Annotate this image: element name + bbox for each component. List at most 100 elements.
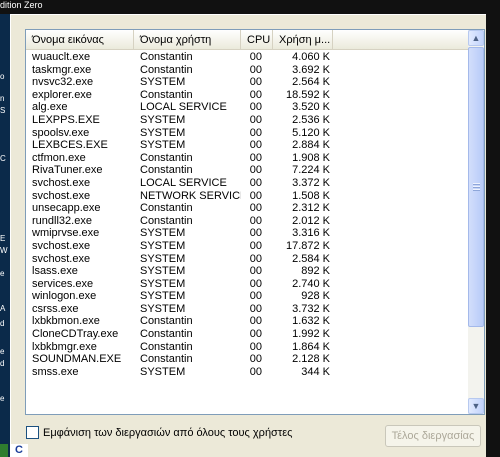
table-row[interactable]: lsass.exe SYSTEM 00 892 K <box>26 265 470 278</box>
process-image-name: svchost.exe <box>32 176 91 189</box>
process-user-name: SYSTEM <box>140 76 186 89</box>
process-cpu: 00 <box>249 328 262 341</box>
process-image-name: svchost.exe <box>32 239 91 252</box>
process-user-name: Constantin <box>140 214 193 227</box>
process-image-name: wmiprvse.exe <box>32 227 100 240</box>
scroll-thumb[interactable] <box>468 47 484 327</box>
table-row[interactable]: nvsvc32.exe SYSTEM 00 2.564 K <box>26 76 470 89</box>
table-row[interactable]: taskmgr.exe Constantin 00 3.692 K <box>26 64 470 77</box>
show-all-users-checkbox[interactable] <box>26 426 39 439</box>
process-user-name: SYSTEM <box>140 290 186 303</box>
table-row[interactable]: CloneCDTray.exe Constantin 00 1.992 K <box>26 328 470 341</box>
desktop-right-strip <box>486 0 500 457</box>
process-memory: 3.692 K <box>292 63 330 76</box>
process-image-name: csrss.exe <box>32 302 79 315</box>
process-memory: 1.992 K <box>292 328 330 341</box>
process-user-name: LOCAL SERVICE <box>140 101 227 114</box>
table-row[interactable]: lxbkbmgr.exe Constantin 00 1.864 K <box>26 341 470 354</box>
process-user-name: SYSTEM <box>140 302 186 315</box>
table-row[interactable]: svchost.exe SYSTEM 00 17.872 K <box>26 240 470 253</box>
table-row[interactable]: lxbkbmon.exe Constantin 00 1.632 K <box>26 315 470 328</box>
process-memory: 2.536 K <box>292 113 330 126</box>
process-list[interactable]: Όνομα εικόνας Όνομα χρήστη CPU Χρήση μ..… <box>25 29 485 415</box>
process-cpu: 00 <box>249 164 262 177</box>
process-image-name: RivaTuner.exe <box>32 164 103 177</box>
process-user-name: Constantin <box>140 315 193 328</box>
process-memory: 4.060 K <box>292 51 330 63</box>
process-cpu: 00 <box>249 202 262 215</box>
desktop-glyph: e <box>0 394 5 403</box>
table-row[interactable]: unsecapp.exe Constantin 00 2.312 K <box>26 202 470 215</box>
table-row[interactable]: smss.exe SYSTEM 00 344 K <box>26 366 470 379</box>
process-user-name: SYSTEM <box>140 113 186 126</box>
table-row[interactable]: wuauclt.exe Constantin 00 4.060 K <box>26 51 470 64</box>
column-header-memory[interactable]: Χρήση μ... <box>273 30 333 50</box>
process-cpu: 00 <box>249 176 262 189</box>
tray-app-icon[interactable]: C <box>10 444 28 457</box>
process-memory: 2.884 K <box>292 139 330 152</box>
table-row[interactable]: services.exe SYSTEM 00 2.740 K <box>26 278 470 291</box>
process-user-name: Constantin <box>140 63 193 76</box>
vertical-scrollbar[interactable]: ▲ ▼ <box>468 30 484 414</box>
table-row[interactable]: alg.exe LOCAL SERVICE 00 3.520 K <box>26 101 470 114</box>
process-memory: 17.872 K <box>285 239 330 252</box>
process-image-name: taskmgr.exe <box>32 63 92 76</box>
column-header-cpu[interactable]: CPU <box>241 30 273 50</box>
tray-icon[interactable] <box>0 444 8 457</box>
table-row[interactable]: spoolsv.exe SYSTEM 00 5.120 K <box>26 127 470 140</box>
process-memory: 2.740 K <box>292 277 330 290</box>
process-user-name: Constantin <box>140 51 193 63</box>
table-row[interactable]: svchost.exe NETWORK SERVICE 00 1.508 K <box>26 190 470 203</box>
process-memory: 2.564 K <box>292 76 330 89</box>
process-user-name: SYSTEM <box>140 239 186 252</box>
processes-panel: Όνομα εικόνας Όνομα χρήστη CPU Χρήση μ..… <box>10 14 486 457</box>
table-row[interactable]: svchost.exe LOCAL SERVICE 00 3.372 K <box>26 177 470 190</box>
table-row[interactable]: LEXBCES.EXE SYSTEM 00 2.884 K <box>26 139 470 152</box>
process-image-name: rundll32.exe <box>32 214 92 227</box>
process-user-name: LOCAL SERVICE <box>140 176 227 189</box>
process-memory: 2.012 K <box>292 214 330 227</box>
table-row[interactable]: csrss.exe SYSTEM 00 3.732 K <box>26 303 470 316</box>
grip-icon <box>473 183 480 192</box>
table-row[interactable]: ctfmon.exe Constantin 00 1.908 K <box>26 152 470 165</box>
process-cpu: 00 <box>249 88 262 101</box>
chevron-down-icon: ▼ <box>471 401 481 411</box>
scroll-up-button[interactable]: ▲ <box>468 30 484 46</box>
desktop-glyph: e <box>0 269 5 278</box>
process-image-name: wuauclt.exe <box>32 51 91 63</box>
process-cpu: 00 <box>249 252 262 265</box>
process-user-name: SYSTEM <box>140 252 186 265</box>
table-row[interactable]: winlogon.exe SYSTEM 00 928 K <box>26 290 470 303</box>
process-image-name: svchost.exe <box>32 252 91 265</box>
column-header-image-name[interactable]: Όνομα εικόνας <box>26 30 134 50</box>
process-user-name: Constantin <box>140 202 193 215</box>
table-row[interactable]: svchost.exe SYSTEM 00 2.584 K <box>26 253 470 266</box>
desktop-glyph: E <box>0 234 6 243</box>
process-image-name: alg.exe <box>32 101 68 114</box>
process-memory: 3.520 K <box>292 101 330 114</box>
process-cpu: 00 <box>249 214 262 227</box>
column-header-user-name[interactable]: Όνομα χρήστη <box>134 30 241 50</box>
show-all-users-option[interactable]: Εμφάνιση των διεργασιών από όλους τους χ… <box>26 426 292 439</box>
table-row[interactable]: wmiprvse.exe SYSTEM 00 3.316 K <box>26 227 470 240</box>
process-image-name: LEXBCES.EXE <box>32 139 108 152</box>
process-cpu: 00 <box>249 239 262 252</box>
process-image-name: smss.exe <box>32 365 79 378</box>
desktop-glyph: W <box>0 246 8 255</box>
process-image-name: svchost.exe <box>32 189 91 202</box>
table-row[interactable]: rundll32.exe Constantin 00 2.012 K <box>26 215 470 228</box>
process-user-name: NETWORK SERVICE <box>140 189 241 202</box>
process-user-name: Constantin <box>140 353 193 366</box>
process-memory: 2.584 K <box>292 252 330 265</box>
process-memory: 928 K <box>301 290 330 303</box>
table-row[interactable]: LEXPPS.EXE SYSTEM 00 2.536 K <box>26 114 470 127</box>
process-image-name: lxbkbmgr.exe <box>32 340 97 353</box>
process-memory: 3.732 K <box>292 302 330 315</box>
scroll-down-button[interactable]: ▼ <box>468 398 484 414</box>
table-row[interactable]: SOUNDMAN.EXE Constantin 00 2.128 K <box>26 353 470 366</box>
process-cpu: 00 <box>249 189 262 202</box>
table-row[interactable]: explorer.exe Constantin 00 18.592 K <box>26 89 470 102</box>
table-row[interactable]: RivaTuner.exe Constantin 00 7.224 K <box>26 164 470 177</box>
process-cpu: 00 <box>249 51 262 63</box>
end-process-button[interactable]: Τέλος διεργασίας <box>385 425 481 447</box>
